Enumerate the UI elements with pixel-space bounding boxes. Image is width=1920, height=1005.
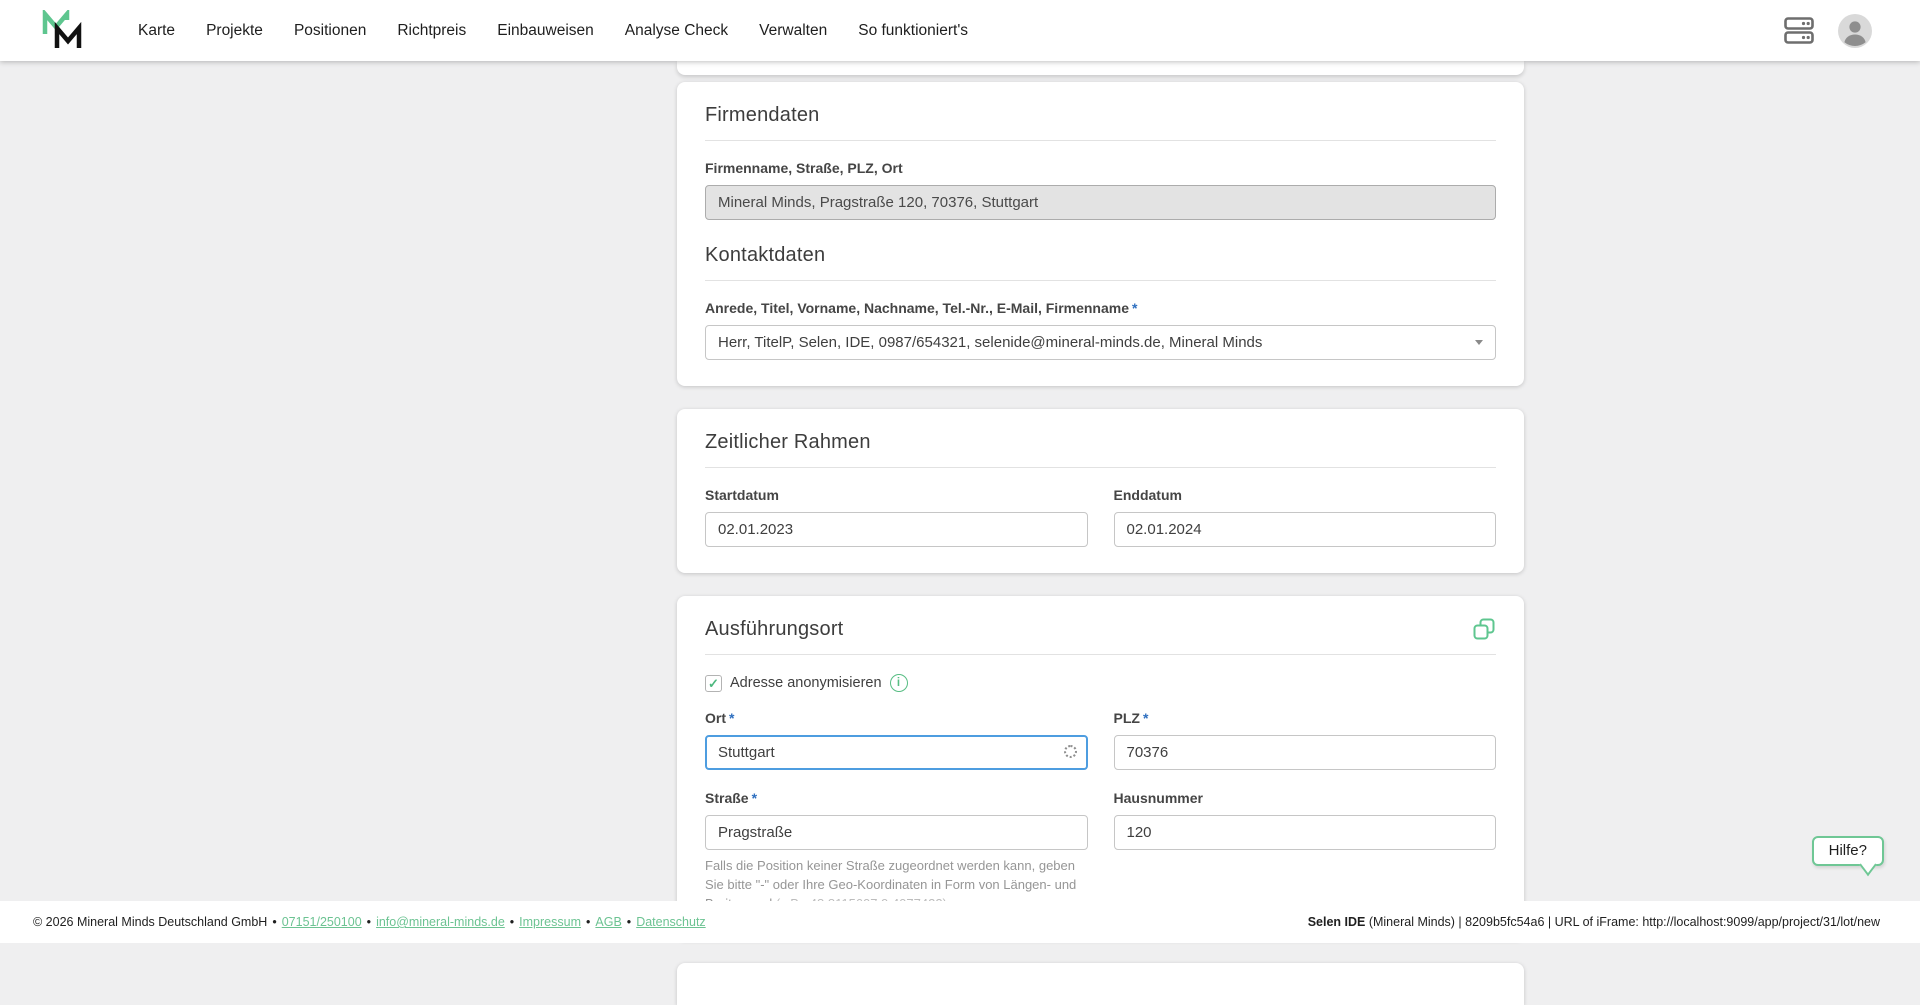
enddatum-label: Enddatum [1113,487,1182,503]
separator-dot: • [626,915,632,929]
next-card-partial [677,962,1524,1005]
divider [705,467,1496,468]
info-icon[interactable]: i [889,674,908,692]
contact-field-label: Anrede, Titel, Vorname, Nachname, Tel.-N… [705,300,1496,316]
footer-link-email[interactable]: info@mineral-minds.de [376,915,505,929]
anonymize-row: ✓ Adresse anonymisieren i [705,674,1496,692]
ausfuehrungsort-title: Ausführungsort [705,618,844,640]
ort-label-text: Ort [705,710,726,726]
help-button[interactable]: Hilfe? [1811,836,1884,866]
hausnummer-label: Hausnummer [1113,790,1203,806]
plz-field: PLZ * [1113,710,1497,770]
separator-dot: • [586,915,591,929]
separator-dot: • [272,915,277,929]
navbar-right [1784,13,1872,48]
nav-item-positionen[interactable]: Positionen [294,22,366,40]
divider [705,280,1496,281]
footer-link-agb[interactable]: AGB [595,915,621,929]
enddatum-field: Enddatum [1113,487,1496,547]
top-navbar: Karte Projekte Positionen Richtpreis Ein… [0,0,1920,61]
company-readonly-input [705,185,1496,220]
footer-env-details: (Mineral Minds) | 8209b5fc54a6 | URL of … [1365,915,1880,929]
company-field-label: Firmenname, Straße, PLZ, Ort [705,160,903,176]
separator-dot: • [366,915,372,929]
server-environment-icon[interactable] [1784,17,1814,44]
nav-item-karte[interactable]: Karte [138,22,175,40]
anonymize-label: Adresse anonymisieren [730,675,882,691]
enddatum-input[interactable] [1113,512,1496,547]
strasse-field: Straße* Falls die Position keiner Straße… [705,790,1088,914]
nav-item-so-funktionierts[interactable]: So funktioniert's [858,22,968,40]
dropdown-caret-icon [1475,340,1483,345]
ort-input[interactable] [705,735,1088,770]
footer-left: © 2026 Mineral Minds Deutschland GmbH • … [33,915,706,929]
zeitraum-card: Zeitlicher Rahmen Startdatum Enddatum [677,409,1524,573]
separator-dot: • [509,915,515,929]
strasse-label: Straße * [705,790,1088,806]
anonymize-checkbox[interactable]: ✓ [705,674,722,692]
startdatum-label: Startdatum [705,487,779,503]
footer-environment-info: Selen IDE (Mineral Minds) | 8209b5fc54a6… [1308,915,1880,929]
loading-spinner-icon [1063,744,1077,758]
plz-label-text: PLZ [1113,710,1140,726]
nav-item-einbauweisen[interactable]: Einbauweisen [497,22,594,40]
strasse-input[interactable] [705,815,1088,850]
required-marker: * [751,790,758,806]
divider [705,654,1496,655]
kontaktdaten-title: Kontaktdaten [705,244,826,266]
previous-card-partial [677,61,1524,75]
copyright-text: © 2026 Mineral Minds Deutschland GmbH [33,915,268,929]
divider [705,140,1496,141]
nav-item-projekte[interactable]: Projekte [206,22,263,40]
ausfuehrungsort-card: Ausführungsort ✓ Adresse anonymisieren i… [677,596,1524,940]
page-footer: © 2026 Mineral Minds Deutschland GmbH • … [0,901,1920,943]
mineral-minds-logo[interactable] [40,9,84,52]
firmendaten-title: Firmendaten [705,104,820,126]
footer-link-impressum[interactable]: Impressum [519,915,581,929]
ort-label: Ort * [705,710,1088,726]
plz-input[interactable] [1113,735,1496,770]
hausnummer-field: Hausnummer [1113,790,1496,914]
startdatum-field: Startdatum [705,487,1088,547]
form-column: Firmendaten Firmenname, Straße, PLZ, Ort… [677,61,1524,1005]
contact-select-value: Herr, TitelP, Selen, IDE, 0987/654321, s… [718,334,1263,351]
zeitraum-title: Zeitlicher Rahmen [705,431,871,453]
nav-item-verwalten[interactable]: Verwalten [759,22,827,40]
contact-select[interactable]: Herr, TitelP, Selen, IDE, 0987/654321, s… [705,325,1496,360]
user-avatar[interactable] [1838,13,1872,48]
footer-link-phone[interactable]: 07151/250100 [282,915,362,929]
nav-item-richtpreis[interactable]: Richtpreis [397,22,466,40]
contact-field-label-text: Anrede, Titel, Vorname, Nachname, Tel.-N… [705,300,1130,316]
footer-ide-name: Selen IDE [1307,915,1366,929]
main-nav: Karte Projekte Positionen Richtpreis Ein… [138,22,968,40]
logo-mm-icon [42,9,82,48]
ort-field: Ort * [705,710,1088,770]
plz-label: PLZ * [1114,710,1497,726]
startdatum-input[interactable] [705,512,1088,547]
hausnummer-input[interactable] [1113,815,1496,850]
strasse-label-text: Straße [705,790,749,806]
firmendaten-card: Firmendaten Firmenname, Straße, PLZ, Ort… [677,82,1524,386]
required-marker: * [1132,300,1138,316]
required-marker: * [729,710,735,726]
footer-link-datenschutz[interactable]: Datenschutz [636,915,705,929]
nav-item-analyse-check[interactable]: Analyse Check [625,22,728,40]
required-marker: * [1142,710,1149,726]
copy-icon[interactable] [1473,618,1496,641]
